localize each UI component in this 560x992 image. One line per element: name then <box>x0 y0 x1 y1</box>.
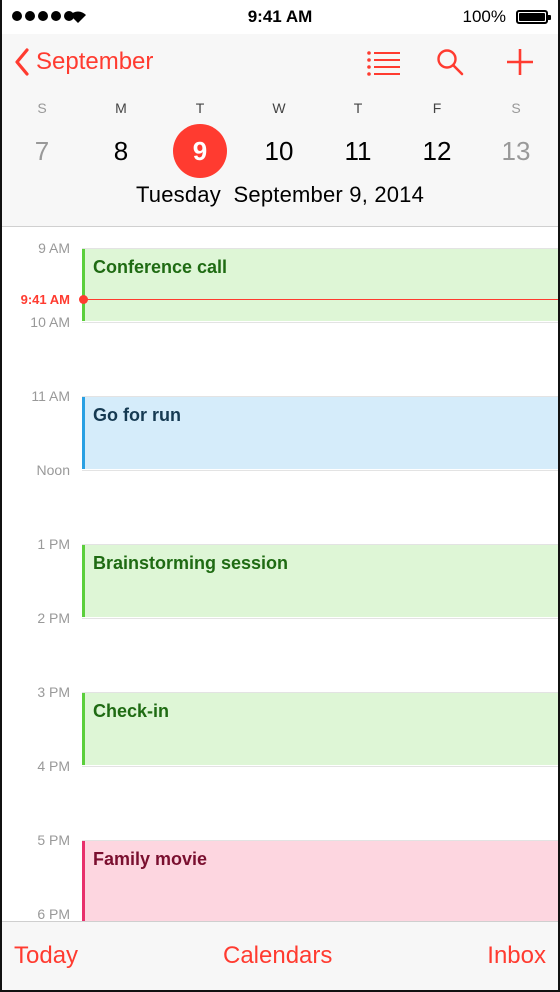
date-cell[interactable]: 8 <box>94 124 148 178</box>
date-cell[interactable]: 12 <box>410 124 464 178</box>
hour-label: 4 PM <box>37 758 70 774</box>
inbox-button[interactable]: Inbox <box>487 942 546 970</box>
date-cell-selected[interactable]: 9 <box>173 124 227 178</box>
status-bar: 9:41 AM 100% <box>2 0 558 34</box>
weekday-label: T <box>195 100 205 116</box>
date-cell[interactable]: 13 <box>489 124 543 178</box>
hour-label: 11 AM <box>31 388 70 404</box>
calendar-header: September S M T W T F S 7 8 9 10 11 12 1… <box>2 34 558 227</box>
weekday-label: S <box>37 100 47 116</box>
date-cell[interactable]: 7 <box>15 124 69 178</box>
weekday-label: T <box>353 100 363 116</box>
hour-label: 5 PM <box>37 832 70 848</box>
hour-label: 6 PM <box>37 906 70 921</box>
hour-label: 2 PM <box>37 610 70 626</box>
current-time-dot <box>79 295 88 304</box>
hour-divider <box>82 766 558 767</box>
event-title: Check-in <box>93 701 170 721</box>
hour-label: 3 PM <box>37 684 70 700</box>
chevron-left-icon <box>15 48 29 76</box>
battery-icon <box>516 10 551 24</box>
week-dates-row: 7 8 9 10 11 12 13 <box>2 124 558 178</box>
event-title: Go for run <box>93 405 181 425</box>
hour-label: 9 AM <box>38 240 70 256</box>
selected-date-title: Tuesday September 9, 2014 <box>135 182 425 207</box>
hour-divider <box>82 618 558 619</box>
back-label: September <box>36 48 154 75</box>
hour-label: Noon <box>36 462 70 478</box>
date-cell[interactable]: 10 <box>252 124 306 178</box>
hour-divider <box>82 322 558 323</box>
back-to-month-button[interactable]: September <box>14 48 153 76</box>
event-go-for-run[interactable]: Go for run <box>82 397 558 469</box>
event-check-in[interactable]: Check-in <box>82 693 558 765</box>
search-icon[interactable] <box>436 48 464 76</box>
event-conference-call[interactable]: Conference call <box>82 249 558 321</box>
hour-label: 10 AM <box>30 314 70 330</box>
event-title: Family movie <box>93 849 208 869</box>
weekday-label: M <box>115 100 127 116</box>
day-timeline[interactable]: Conference call Go for run Brainstorming… <box>2 227 558 921</box>
event-brainstorming-session[interactable]: Brainstorming session <box>82 545 558 617</box>
weekday-label: F <box>432 100 442 116</box>
add-event-icon[interactable] <box>506 48 534 76</box>
event-family-movie[interactable]: Family movie <box>82 841 558 921</box>
bottom-toolbar: Today Calendars Inbox <box>2 921 558 990</box>
current-time-label: 9:41 AM <box>20 292 70 307</box>
event-title: Conference call <box>93 257 228 277</box>
calendar-app: 9:41 AM 100% September S M T W T F S 7 8… <box>2 0 558 990</box>
list-icon[interactable] <box>366 48 400 76</box>
date-cell[interactable]: 11 <box>331 124 385 178</box>
weekday-label: S <box>511 100 521 116</box>
weekday-label: W <box>272 100 286 116</box>
battery-percentage: 100% <box>462 7 506 26</box>
hour-label: 1 PM <box>37 536 70 552</box>
event-title: Brainstorming session <box>93 553 289 573</box>
hour-divider <box>82 470 558 471</box>
today-button[interactable]: Today <box>14 942 78 970</box>
current-time-line <box>84 299 558 300</box>
weekday-row: S M T W T F S <box>2 100 558 120</box>
calendars-button[interactable]: Calendars <box>223 942 332 970</box>
